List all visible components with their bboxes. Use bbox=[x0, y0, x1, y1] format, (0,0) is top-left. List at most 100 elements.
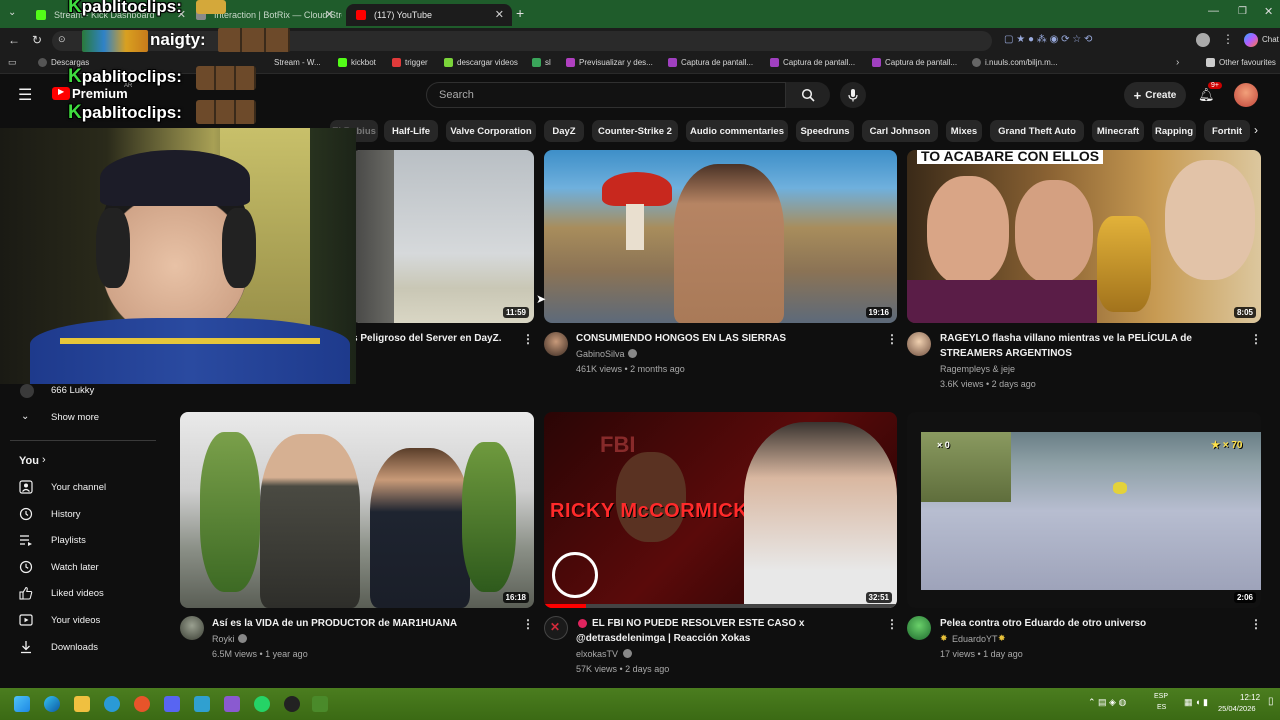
close-tab-icon[interactable]: ✕ bbox=[325, 8, 334, 21]
bookmark-captura-3[interactable]: Captura de pantall... bbox=[872, 58, 957, 67]
app-icon[interactable] bbox=[134, 696, 150, 712]
minimize-icon[interactable]: — bbox=[1208, 5, 1219, 17]
bookmark-descargar-videos[interactable]: descargar videos bbox=[444, 58, 518, 67]
more-options-icon[interactable]: ⋮ bbox=[1250, 617, 1262, 631]
profile-avatar[interactable] bbox=[1196, 33, 1210, 47]
app-icon[interactable] bbox=[194, 696, 210, 712]
sidebar-item-your-channel[interactable]: Your channel bbox=[0, 474, 160, 500]
video-title[interactable]: Pelea contra otro Eduardo de otro univer… bbox=[940, 616, 1240, 631]
sidebar-item-your-videos[interactable]: Your videos bbox=[0, 607, 160, 633]
chip-mixes[interactable]: Mixes bbox=[946, 120, 982, 142]
video-title[interactable]: RAGEYLO flasha villano mientras ve la PE… bbox=[940, 331, 1240, 361]
language-layout[interactable]: ES bbox=[1157, 704, 1166, 711]
bookmark-captura-1[interactable]: Captura de pantall... bbox=[668, 58, 753, 67]
hamburger-menu-icon[interactable]: ☰ bbox=[18, 85, 32, 105]
network-volume-icons[interactable]: ▦ ◖ ▮ bbox=[1184, 697, 1208, 708]
language-indicator[interactable]: ESP bbox=[1154, 693, 1168, 700]
chip-speedruns[interactable]: Speedruns bbox=[796, 120, 854, 142]
video-thumbnail-rageylo[interactable]: TO ACABARE CON ELLOS 8:05 bbox=[907, 150, 1261, 323]
create-button[interactable]: + Create bbox=[1124, 82, 1186, 108]
more-options-icon[interactable]: ⋮ bbox=[522, 617, 534, 631]
you-section-header[interactable]: You › bbox=[0, 448, 160, 474]
video-title[interactable]: s Peligroso del Server en DayZ. bbox=[352, 331, 512, 346]
channel-name[interactable]: EduardoYT bbox=[952, 634, 998, 644]
whatsapp-icon[interactable] bbox=[254, 696, 270, 712]
chips-next-chevron-icon[interactable]: › bbox=[1254, 123, 1258, 137]
reload-icon[interactable]: ↻ bbox=[32, 33, 42, 47]
video-thumbnail-productor[interactable]: 16:18 bbox=[180, 412, 534, 608]
video-title[interactable]: Así es la VIDA de un PRODUCTOR de MAR1HU… bbox=[212, 616, 512, 631]
chip-half-life[interactable]: Half-Life bbox=[384, 120, 438, 142]
channel-avatar[interactable] bbox=[180, 616, 204, 640]
chip-fortnite[interactable]: Fortnit bbox=[1204, 120, 1250, 142]
bookmark-stream[interactable]: Stream - W... bbox=[274, 58, 321, 67]
close-window-icon[interactable]: ✕ bbox=[1264, 5, 1273, 18]
clock-date[interactable]: 25/04/2026 bbox=[1218, 704, 1256, 713]
browser-icon[interactable] bbox=[104, 696, 120, 712]
sidebar-item-watch-later[interactable]: Watch later bbox=[0, 554, 160, 580]
tab-youtube[interactable]: (117) YouTube ✕ bbox=[346, 4, 512, 26]
site-info-icon[interactable]: ⊙ bbox=[58, 34, 66, 45]
video-title[interactable]: CONSUMIENDO HONGOS EN LAS SIERRAS bbox=[576, 331, 876, 346]
more-options-icon[interactable]: ⋮ bbox=[886, 332, 898, 346]
channel-name[interactable]: Royki bbox=[212, 634, 235, 644]
video-thumbnail-eduardo[interactable]: ★ × 70 × 0 2:06 bbox=[907, 412, 1261, 608]
chip-carl-johnson[interactable]: Carl Johnson bbox=[862, 120, 938, 142]
channel-avatar[interactable] bbox=[907, 616, 931, 640]
sidebar-item-history[interactable]: History bbox=[0, 501, 160, 527]
reading-list-icon[interactable]: ▭ bbox=[8, 57, 17, 68]
obs-icon[interactable] bbox=[284, 696, 300, 712]
extension-icons[interactable]: ▢ ★ ● ⁂ ◉ ⟳ ☆ ⟲ bbox=[1004, 34, 1092, 45]
show-more-button[interactable]: ⌄ Show more bbox=[0, 404, 160, 430]
more-options-icon[interactable]: ⋮ bbox=[522, 332, 534, 346]
more-options-icon[interactable]: ⋮ bbox=[886, 617, 898, 631]
chip-counter-strike-2[interactable]: Counter-Strike 2 bbox=[592, 120, 678, 142]
close-tab-icon[interactable]: ✕ bbox=[495, 8, 504, 21]
video-thumbnail-dayz[interactable]: 11:59 bbox=[352, 150, 534, 323]
bookmark-kickbot[interactable]: kickbot bbox=[338, 58, 376, 67]
search-input[interactable]: Search bbox=[426, 82, 786, 108]
channel-name[interactable]: GabinoSilva bbox=[576, 349, 625, 359]
sidebar-item-downloads[interactable]: Downloads bbox=[0, 634, 160, 660]
back-icon[interactable]: ← bbox=[8, 33, 20, 47]
channel-avatar[interactable] bbox=[544, 332, 568, 356]
sidebar-item-liked-videos[interactable]: Liked videos bbox=[0, 580, 160, 606]
chip-dayz[interactable]: DayZ bbox=[544, 120, 584, 142]
bookmark-sl[interactable]: sl bbox=[532, 58, 551, 67]
sidebar-item-playlists[interactable]: Playlists bbox=[0, 527, 160, 553]
more-options-icon[interactable]: ⋮ bbox=[1250, 332, 1262, 346]
other-favourites[interactable]: Other favourites bbox=[1206, 58, 1276, 67]
tab-search-chevron-icon[interactable]: ⌄ bbox=[8, 7, 16, 18]
menu-dots-icon[interactable]: ⋮ bbox=[1222, 32, 1234, 46]
chip-grand-theft-auto[interactable]: Grand Theft Auto bbox=[990, 120, 1084, 142]
bookmark-captura-2[interactable]: Captura de pantall... bbox=[770, 58, 855, 67]
bookmarks-overflow-icon[interactable]: › bbox=[1176, 57, 1179, 68]
maximize-icon[interactable]: ❐ bbox=[1238, 6, 1247, 17]
account-avatar[interactable] bbox=[1234, 83, 1258, 107]
video-thumbnail-hongos[interactable]: 19:16 bbox=[544, 150, 897, 323]
edge-icon[interactable] bbox=[44, 696, 60, 712]
clock-time[interactable]: 12:12 bbox=[1240, 693, 1260, 702]
channel-name[interactable]: elxokasTV bbox=[576, 649, 618, 659]
notification-center-icon[interactable]: ▯ bbox=[1268, 696, 1274, 707]
chip-valve-corporation[interactable]: Valve Corporation bbox=[446, 120, 536, 142]
chip-rapping[interactable]: Rapping bbox=[1152, 120, 1196, 142]
minecraft-icon[interactable] bbox=[312, 696, 328, 712]
channel-name[interactable]: Ragempleys & jeje bbox=[940, 364, 1015, 374]
chip-audio-commentaries[interactable]: Audio commentaries bbox=[686, 120, 788, 142]
chat-label[interactable]: Chat bbox=[1262, 35, 1279, 44]
bookmark-nuuls[interactable]: i.nuuls.com/biljn.m... bbox=[972, 58, 1057, 67]
bookmark-previsualizar[interactable]: Previsualizar y des... bbox=[566, 58, 653, 67]
bookmark-trigger[interactable]: trigger bbox=[392, 58, 428, 67]
search-button[interactable] bbox=[786, 82, 830, 108]
channel-avatar[interactable] bbox=[907, 332, 931, 356]
new-tab-button[interactable]: + bbox=[516, 5, 524, 21]
chip-minecraft[interactable]: Minecraft bbox=[1092, 120, 1144, 142]
video-thumbnail-fbi[interactable]: FBI RICKY McCORMICK 32:51 bbox=[544, 412, 897, 608]
video-title[interactable]: EL FBI NO PUEDE RESOLVER ESTE CASO x @de… bbox=[576, 616, 876, 646]
start-button-icon[interactable] bbox=[14, 696, 30, 712]
system-tray-icons[interactable]: ⌃ ▤ ◈ ◍ bbox=[1088, 697, 1126, 708]
discord-icon[interactable] bbox=[164, 696, 180, 712]
notifications-button[interactable]: 🔔︎ 9+ bbox=[1198, 82, 1222, 106]
voice-search-button[interactable] bbox=[840, 82, 866, 108]
